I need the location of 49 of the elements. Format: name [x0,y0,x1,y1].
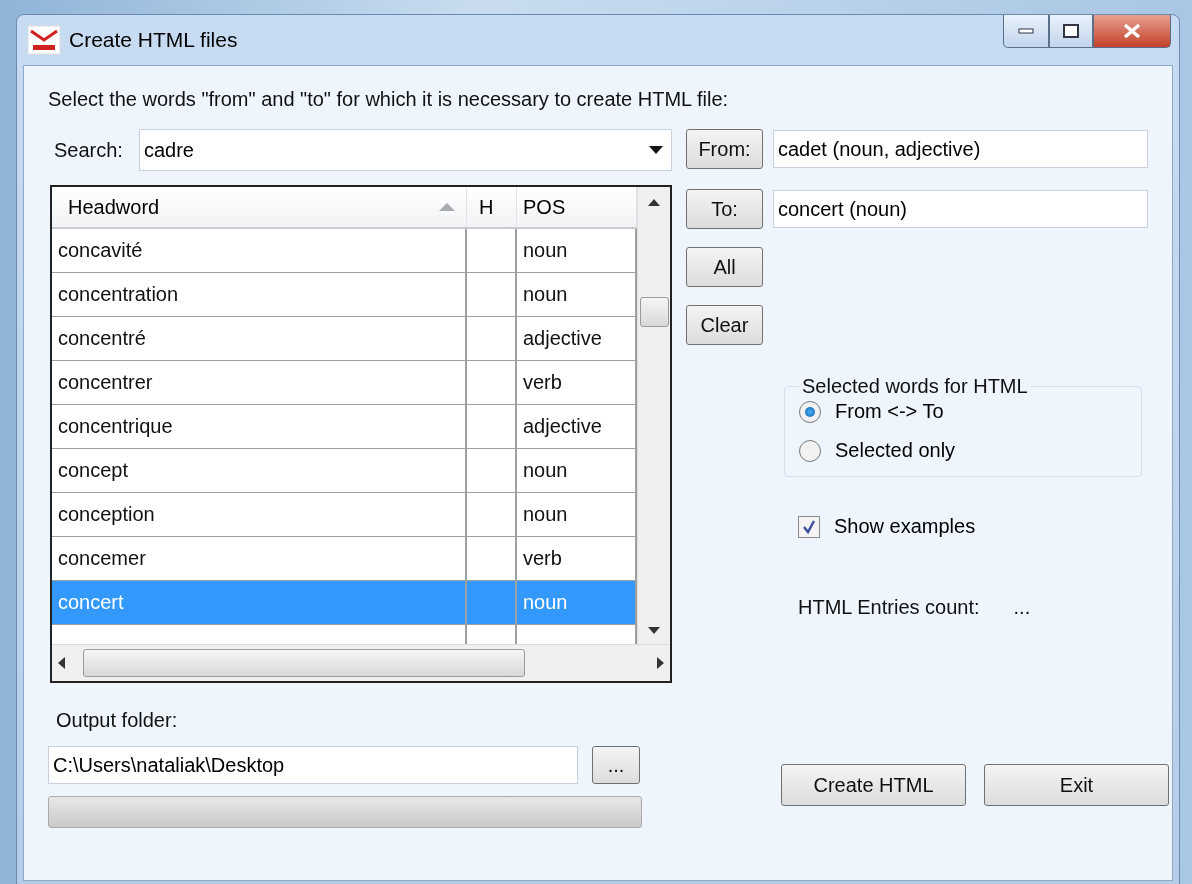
close-icon [1123,23,1141,39]
close-button[interactable] [1093,15,1171,48]
output-folder-label: Output folder: [55,709,179,732]
column-header[interactable]: Headword [52,187,467,227]
range-button[interactable]: To: [686,189,763,229]
scroll-up-icon[interactable] [648,199,660,206]
table-row[interactable]: concentration noun [52,273,637,317]
count-label: HTML Entries count: [798,596,980,619]
check-icon [801,518,817,535]
browse-button[interactable]: ... [592,746,640,784]
minimize-icon [1018,28,1034,34]
dialog-button[interactable]: Exit [984,764,1169,806]
scroll-thumb[interactable] [640,297,669,327]
instruction-text: Select the words "from" and "to" for which it is necessary to create HTML file: [48,88,730,111]
column-header[interactable]: H [467,187,517,227]
table-row[interactable]: concept noun [52,449,637,493]
scroll-down-icon[interactable] [648,627,660,634]
table-cell [467,581,517,624]
group-title: Selected words for HTML [801,375,1029,398]
dropdown-icon [649,146,663,154]
count-value: ... [1013,596,1031,619]
horizontal-scrollbar[interactable] [52,644,670,681]
vertical-scrollbar[interactable] [637,187,670,644]
range-field[interactable]: concert (noun) [773,190,1148,228]
search-label: Search: [54,138,123,162]
dialog-button[interactable]: Create HTML [781,764,966,806]
show-examples-checkbox[interactable]: Show examples [798,515,1148,538]
range-field[interactable]: cadet (noun, adjective) [773,130,1148,168]
scroll-thumb[interactable] [83,649,525,677]
action-button[interactable]: Clear [686,305,763,345]
search-combobox[interactable]: cadre [138,129,672,171]
action-button[interactable]: All [686,247,763,287]
range-button[interactable]: From: [686,129,763,169]
table-row[interactable]: concemer verb [52,537,637,581]
radio-option[interactable]: From <-> To [799,400,1141,423]
maximize-button[interactable] [1049,15,1093,48]
table-row[interactable]: concentrer verb [52,361,637,405]
maximize-icon [1063,24,1079,38]
table-row[interactable]: concavité noun [52,229,637,273]
table-row[interactable]: conception noun [52,493,637,537]
output-folder-field[interactable]: C:\Users\nataliak\Desktop [48,746,578,784]
table-row[interactable]: concentrique adjective [52,405,637,449]
minimize-button[interactable] [1003,15,1049,48]
scroll-right-icon[interactable] [657,657,664,669]
scroll-left-icon[interactable] [58,657,65,669]
app-logo-icon [27,25,61,55]
window-title: Create HTML files [69,28,239,52]
table-row[interactable]: concentré adjective [52,317,637,361]
radio-option[interactable]: Selected only [799,439,1141,462]
